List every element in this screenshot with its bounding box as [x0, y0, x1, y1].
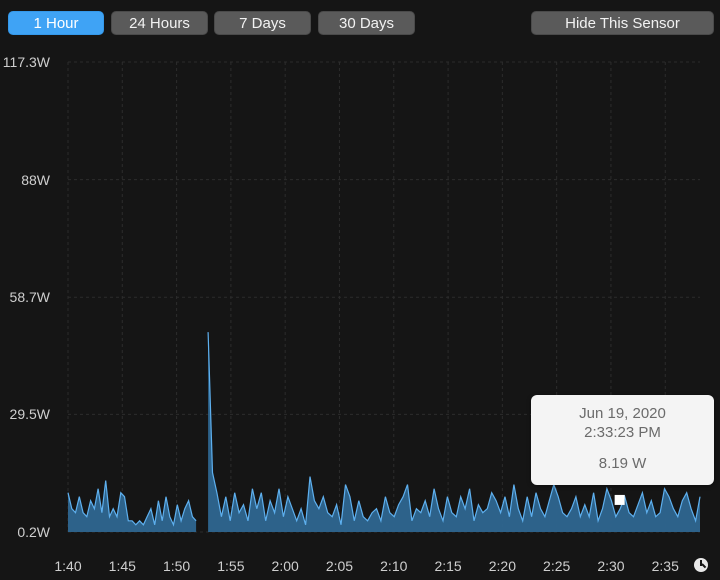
tooltip-time: 2:33:23 PM: [584, 424, 661, 441]
y-tick-label: 0.2W: [17, 524, 50, 540]
x-tick-label: 2:35: [651, 558, 679, 574]
x-tick-label: 2:10: [380, 558, 408, 574]
clock-icon[interactable]: [694, 558, 708, 572]
reading-tooltip: Jun 19, 2020 2:33:23 PM 8.19 W: [531, 395, 714, 485]
x-tick-label: 2:00: [271, 558, 299, 574]
x-tick-label: 2:30: [597, 558, 625, 574]
y-tick-label: 117.3W: [2, 54, 50, 70]
y-tick-label: 58.7W: [9, 289, 50, 306]
highlight-point: [614, 494, 625, 505]
tooltip-value: 8.19 W: [598, 455, 647, 472]
x-tick-label: 1:50: [162, 558, 191, 574]
tooltip-date: Jun 19, 2020: [579, 405, 666, 422]
x-tick-label: 2:05: [325, 558, 354, 574]
x-tick-label: 2:20: [488, 558, 516, 574]
x-tick-label: 1:45: [108, 558, 136, 574]
y-tick-label: 29.5W: [9, 406, 50, 423]
power-chart: [67, 61, 701, 533]
x-tick-label: 2:25: [543, 558, 571, 574]
y-tick-label: 88W: [21, 171, 50, 188]
x-tick-label: 1:40: [54, 558, 82, 574]
x-tick-label: 2:15: [434, 558, 462, 574]
x-tick-label: 1:55: [217, 558, 245, 574]
